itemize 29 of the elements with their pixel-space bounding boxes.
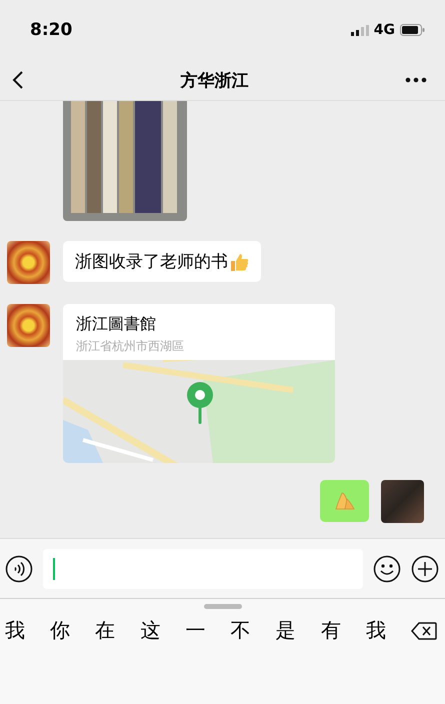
voice-icon[interactable] [5, 554, 33, 582]
plus-icon[interactable] [411, 554, 439, 582]
candidate-word[interactable]: 在 [95, 617, 140, 644]
message-bubble: 浙图收录了老师的书 [63, 241, 261, 282]
avatar[interactable] [7, 241, 50, 284]
location-address: 浙江省杭州市西湖區 [76, 338, 185, 355]
candidate-word[interactable]: 我 [5, 617, 50, 644]
location-name: 浙江圖書館 [76, 314, 157, 335]
thumbs-up-icon [229, 252, 249, 272]
more-icon[interactable] [405, 77, 427, 83]
candidate-word[interactable]: 我 [366, 617, 411, 644]
chat-title: 方华浙江 [180, 70, 248, 92]
emoji-icon[interactable] [373, 554, 401, 582]
candidate-word[interactable]: 不 [230, 617, 276, 644]
network-label: 4G [374, 22, 395, 38]
candidate-word[interactable]: 一 [185, 617, 231, 644]
delete-icon[interactable] [410, 622, 437, 640]
candidate-word[interactable]: 这 [140, 617, 186, 644]
back-icon[interactable] [12, 70, 24, 90]
candidate-word[interactable]: 是 [276, 617, 321, 644]
candidate-word[interactable]: 你 [50, 617, 96, 644]
message-input[interactable] [43, 548, 363, 588]
bookshelf-photo[interactable] [63, 101, 187, 221]
candidate-word[interactable]: 有 [320, 617, 366, 644]
avatar[interactable] [7, 304, 50, 347]
battery-icon [400, 24, 425, 36]
signal-icon [350, 24, 369, 36]
status-time: 8:20 [30, 20, 72, 40]
location-card[interactable]: 浙江圖書館 浙江省杭州市西湖區 [63, 304, 335, 463]
